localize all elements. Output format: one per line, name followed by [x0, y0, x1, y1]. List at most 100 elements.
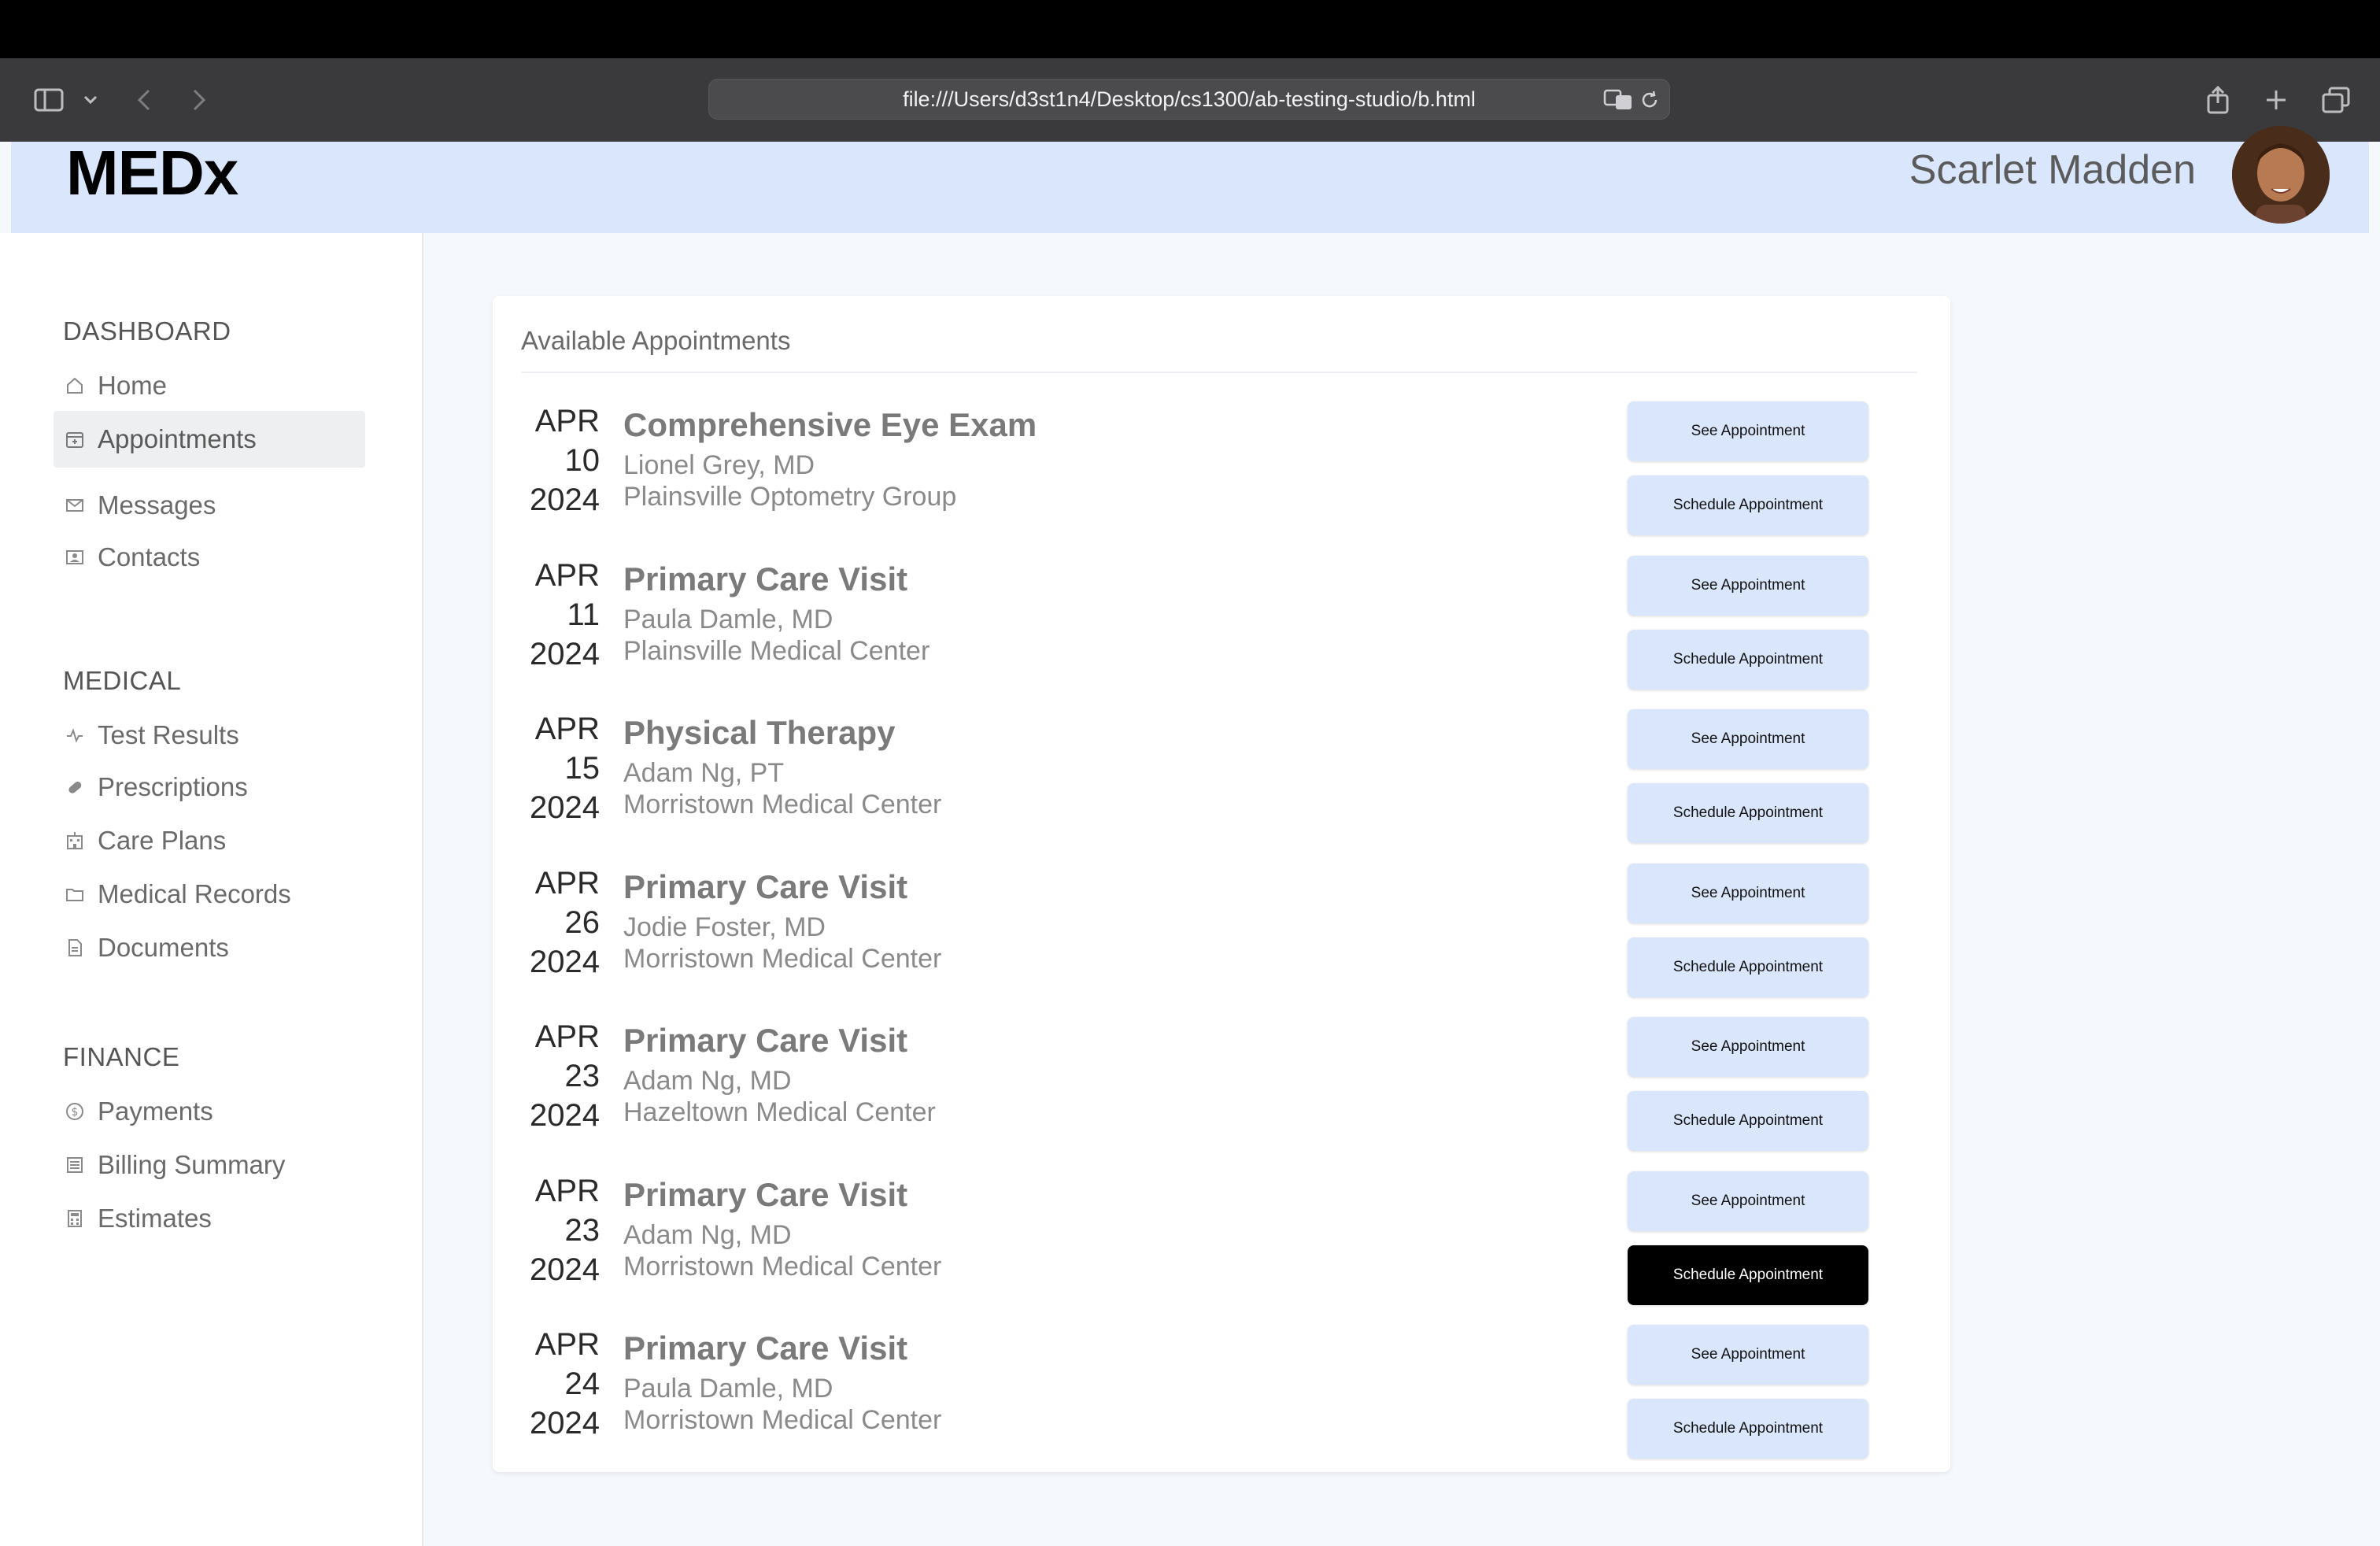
appointment-day: 26	[564, 904, 601, 940]
home-icon	[63, 374, 87, 398]
chevron-down-icon[interactable]	[79, 58, 102, 142]
appointment-date: APR 23 2024	[521, 1171, 600, 1289]
sidebar-item-estimates[interactable]: Estimates	[54, 1190, 365, 1247]
sidebar-heading-finance: FINANCE	[63, 1042, 180, 1071]
sidebar-item-home[interactable]: Home	[54, 357, 365, 414]
document-icon	[63, 936, 87, 960]
hospital-icon	[63, 829, 87, 853]
sidebar-item-label: Messages	[98, 490, 216, 520]
appointment-location: Morristown Medical Center	[623, 943, 942, 974]
appointment-year: 2024	[530, 944, 600, 979]
see-appointment-button[interactable]: See Appointment	[1628, 401, 1868, 461]
appointment-month: APR	[534, 1173, 600, 1208]
pulse-icon	[63, 723, 87, 747]
see-appointment-button[interactable]: See Appointment	[1628, 1325, 1868, 1385]
url-text: file:///Users/d3st1n4/Desktop/cs1300/ab-…	[903, 87, 1476, 111]
appointment-doctor: Paula Damle, MD	[623, 1374, 833, 1404]
sidebar-toggle-icon[interactable]	[30, 58, 68, 142]
schedule-appointment-button[interactable]: Schedule Appointment	[1628, 783, 1868, 843]
schedule-appointment-button[interactable]: Schedule Appointment	[1628, 1245, 1868, 1305]
app-header: MEDx Scarlet Madden	[11, 126, 2369, 233]
avatar[interactable]	[2232, 126, 2330, 224]
appointment-location: Morristown Medical Center	[623, 1251, 942, 1282]
appointment-row: APR 15 2024 Physical Therapy Adam Ng, PT Morr…	[493, 709, 1950, 864]
back-icon[interactable]	[132, 58, 156, 142]
divider	[521, 372, 1917, 373]
translate-icon[interactable]	[1603, 80, 1633, 120]
sidebar-item-label: Documents	[98, 933, 229, 962]
appointment-day: 23	[564, 1212, 601, 1248]
svg-text:$: $	[72, 1106, 79, 1119]
sidebar-item-contacts[interactable]: Contacts	[54, 529, 365, 586]
appointment-row: APR 23 2024 Primary Care Visit Adam Ng, MD Ha…	[493, 1017, 1950, 1171]
calendar-icon	[63, 427, 87, 451]
sidebar-item-messages[interactable]: Messages	[54, 477, 365, 534]
schedule-appointment-button[interactable]: Schedule Appointment	[1628, 629, 1868, 690]
calculator-icon	[63, 1207, 87, 1230]
appointment-month: APR	[534, 712, 600, 746]
appointment-date: APR 10 2024	[521, 401, 600, 520]
page-content: MEDx Scarlet Madden DASHBOARD Home Appoi…	[0, 126, 2380, 1546]
appointment-day: 11	[567, 597, 600, 632]
sidebar-item-documents[interactable]: Documents	[54, 919, 365, 976]
appointment-year: 2024	[530, 1406, 600, 1441]
schedule-appointment-button[interactable]: Schedule Appointment	[1628, 1091, 1868, 1151]
see-appointment-button[interactable]: See Appointment	[1628, 709, 1868, 769]
appointment-month: APR	[534, 865, 600, 901]
sidebar-item-label: Care Plans	[98, 826, 227, 855]
see-appointment-button[interactable]: See Appointment	[1628, 863, 1868, 923]
appointment-title: Physical Therapy	[623, 714, 896, 751]
appointment-year: 2024	[530, 636, 600, 671]
schedule-appointment-button[interactable]: Schedule Appointment	[1628, 937, 1868, 997]
sidebar-item-prescriptions[interactable]: Prescriptions	[54, 759, 365, 816]
appointment-doctor: Adam Ng, MD	[623, 1066, 792, 1096]
appointment-day: 10	[564, 443, 601, 478]
appointment-doctor: Adam Ng, MD	[623, 1219, 792, 1250]
sidebar-item-billing-summary[interactable]: Billing Summary	[54, 1137, 365, 1193]
sidebar-item-label: Prescriptions	[98, 772, 248, 801]
appointment-location: Plainsville Optometry Group	[623, 482, 957, 512]
appointment-location: Plainsville Medical Center	[623, 635, 930, 666]
appointment-title: Comprehensive Eye Exam	[623, 406, 1037, 443]
appointment-title: Primary Care Visit	[623, 560, 908, 597]
user-name: Scarlet Madden	[1909, 147, 2196, 193]
sidebar-item-payments[interactable]: $ Payments	[54, 1083, 365, 1140]
share-icon[interactable]	[2202, 58, 2234, 142]
appointment-date: APR 24 2024	[521, 1325, 600, 1443]
appointment-row: APR 10 2024 Comprehensive Eye Exam Lionel Gr…	[493, 401, 1950, 556]
appointments-card: Available Appointments APR 10 2024 Comprehe…	[493, 296, 1950, 1472]
appointment-date: APR 11 2024	[521, 556, 600, 674]
sidebar-item-appointments[interactable]: Appointments	[54, 411, 365, 468]
appointment-title: Primary Care Visit	[623, 1022, 908, 1059]
appointment-row: APR 26 2024 Primary Care Visit Jodie Foster,…	[493, 863, 1950, 1018]
appointment-year: 2024	[530, 790, 600, 825]
appointment-doctor: Lionel Grey, MD	[623, 450, 815, 480]
sidebar-item-care-plans[interactable]: Care Plans	[54, 812, 365, 869]
see-appointment-button[interactable]: See Appointment	[1628, 1171, 1868, 1231]
tab-overview-icon[interactable]	[2319, 58, 2353, 142]
app-logo[interactable]: MEDx	[66, 137, 238, 209]
sidebar-item-medical-records[interactable]: Medical Records	[54, 866, 365, 923]
appointment-day: 15	[564, 751, 601, 786]
contact-card-icon	[63, 546, 87, 569]
schedule-appointment-button[interactable]: Schedule Appointment	[1628, 475, 1868, 535]
appointment-date: APR 15 2024	[521, 709, 600, 827]
appointment-month: APR	[534, 404, 600, 438]
schedule-appointment-button[interactable]: Schedule Appointment	[1628, 1399, 1868, 1459]
appointment-month: APR	[534, 1327, 600, 1362]
forward-icon[interactable]	[187, 58, 211, 142]
sidebar: DASHBOARD Home Appointments Messages Con…	[0, 233, 423, 1546]
sidebar-heading-dashboard: DASHBOARD	[63, 316, 231, 346]
sidebar-item-test-results[interactable]: Test Results	[54, 707, 365, 764]
address-bar[interactable]: file:///Users/d3st1n4/Desktop/cs1300/ab-…	[708, 79, 1670, 120]
appointment-location: Morristown Medical Center	[623, 1405, 942, 1435]
reload-icon[interactable]	[1639, 80, 1660, 120]
appointment-location: Hazeltown Medical Center	[623, 1097, 936, 1127]
see-appointment-button[interactable]: See Appointment	[1628, 1017, 1868, 1077]
appointment-doctor: Jodie Foster, MD	[623, 912, 826, 942]
sidebar-item-label: Billing Summary	[98, 1150, 286, 1179]
see-appointment-button[interactable]: See Appointment	[1628, 555, 1868, 616]
sidebar-item-label: Estimates	[98, 1204, 212, 1233]
dollar-coin-icon: $	[63, 1100, 87, 1123]
pill-icon	[63, 775, 87, 799]
